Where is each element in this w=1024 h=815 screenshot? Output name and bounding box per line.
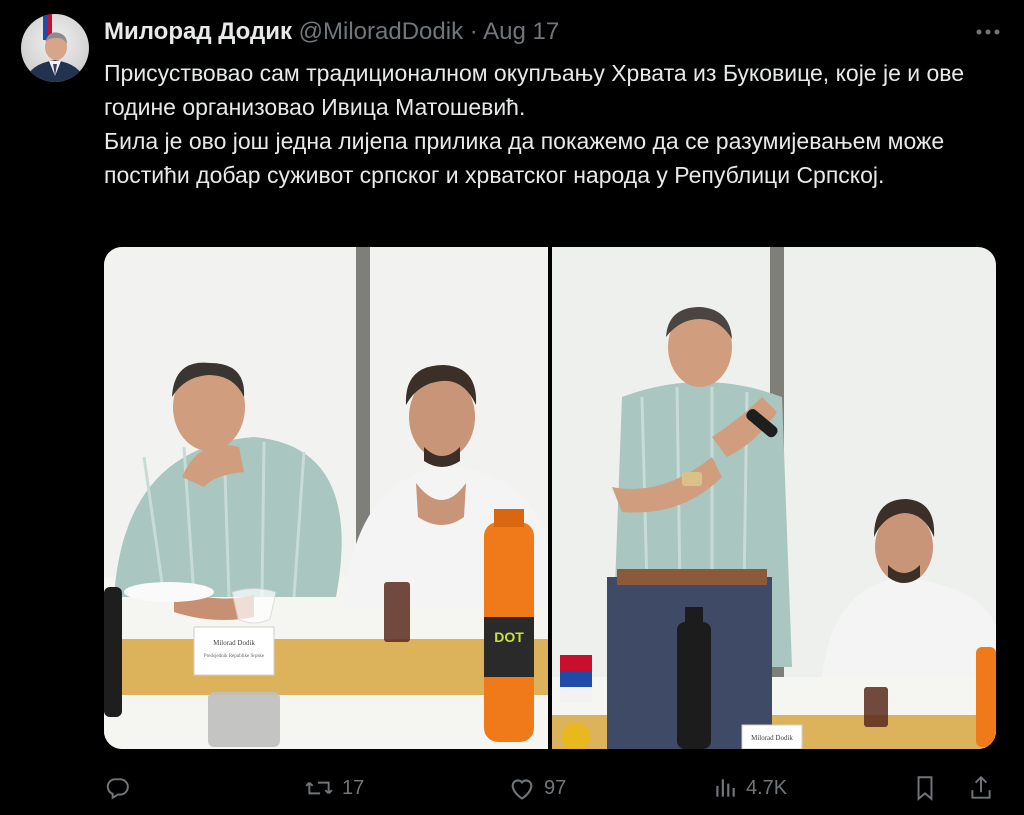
heart-icon <box>511 779 533 800</box>
tweet-paragraph: Присуствовао сам традиционалном окупљању… <box>104 60 965 120</box>
tweet-paragraph: Била је ово још једна лијепа прилика да … <box>104 128 945 188</box>
retweet-icon <box>305 781 333 795</box>
like-count: 97 <box>544 776 567 799</box>
photo-left-image: Milorad Dodik Predsjednik Republike Srps… <box>104 247 548 749</box>
views-button[interactable]: 4.7K <box>712 770 787 806</box>
view-count: 4.7K <box>746 776 788 799</box>
retweet-button[interactable]: 17 <box>304 770 364 806</box>
separator-dot: · <box>469 18 478 45</box>
share-icon <box>971 775 991 799</box>
media-grid: Milorad Dodik Predsjednik Republike Srps… <box>104 247 996 749</box>
share-button[interactable] <box>968 770 994 806</box>
more-options-button[interactable] <box>968 16 1008 48</box>
nameplate-line1: Milorad Dodik <box>213 639 255 647</box>
tweet-header: Милорад Додик @MiloradDodik · Aug 17 <box>104 18 559 46</box>
like-button[interactable]: 97 <box>508 770 566 806</box>
nameplate-line2: Predsjednik Republike Srpske <box>204 654 265 659</box>
avatar-portrait <box>25 14 85 82</box>
tweet-text: Присуствовао сам традиционалном окупљању… <box>104 56 984 192</box>
author-handle[interactable]: @MiloradDodik <box>299 18 463 45</box>
photo-right[interactable]: Milorad Dodik <box>552 247 996 749</box>
svg-text:DOT: DOT <box>494 629 524 645</box>
views-icon <box>716 779 735 797</box>
photo-right-image: Milorad Dodik <box>552 247 996 749</box>
reply-button[interactable] <box>104 770 138 806</box>
more-icon <box>976 29 1000 35</box>
author-name[interactable]: Милорад Додик <box>104 18 292 45</box>
bookmark-button[interactable] <box>912 770 938 806</box>
bookmark-icon <box>917 776 933 801</box>
retweet-count: 17 <box>342 776 365 799</box>
tweet[interactable]: Милорад Додик @MiloradDodik · Aug 17 При… <box>0 0 1024 815</box>
nameplate-right: Milorad Dodik <box>751 734 793 742</box>
reply-icon <box>106 778 129 800</box>
tweet-date[interactable]: Aug 17 <box>483 18 559 45</box>
photo-left[interactable]: Milorad Dodik Predsjednik Republike Srps… <box>104 247 548 749</box>
avatar[interactable] <box>21 14 89 82</box>
action-bar: 17 97 4.7K <box>104 770 1004 806</box>
